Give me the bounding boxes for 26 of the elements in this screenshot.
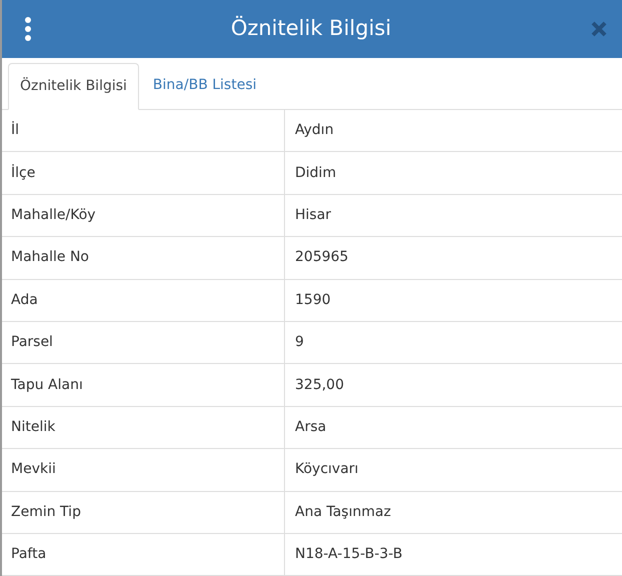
table-cell-text: Hisar [294, 206, 332, 225]
menu-icon[interactable] [24, 17, 32, 41]
table-cell-text: Ana Taşınmaz [294, 502, 392, 522]
table-cell-text: 325,00 [294, 376, 345, 395]
tab[interactable]: Öznitelik Bilgisi [8, 63, 139, 110]
table-cell: İlçe [2, 152, 285, 194]
table-cell-text: Köycıvarı [294, 460, 360, 480]
table-cell-text: 205965 [294, 248, 350, 268]
table-cell-text: Didim [294, 164, 338, 183]
table-cell-text: Aydın [294, 121, 335, 140]
table-cell-text: Arsa [294, 418, 328, 437]
table-cell-text: 1590 [294, 290, 332, 310]
table-cell: Zemin Tip [2, 492, 285, 533]
table-cell: Parsel [2, 322, 285, 364]
tab[interactable]: Bina/BB Listesi [138, 62, 271, 109]
table-cell: İl [2, 110, 285, 152]
table-cell: Pafta [2, 534, 285, 576]
table-cell: Mahalle/Köy [2, 194, 285, 236]
window-title: Öznitelik Bilgisi [230, 14, 392, 42]
table-cell: Mahalle No [2, 237, 285, 279]
table-cell-text: N18-A-15-B-3-B [294, 545, 404, 564]
table-cell: Tapu Alanı [2, 364, 285, 406]
table-cell-text: 9 [294, 333, 305, 352]
table-cell: Mevkii [2, 449, 285, 491]
table-cell: Nitelik [2, 406, 285, 448]
table-cell: Ada [2, 280, 285, 321]
